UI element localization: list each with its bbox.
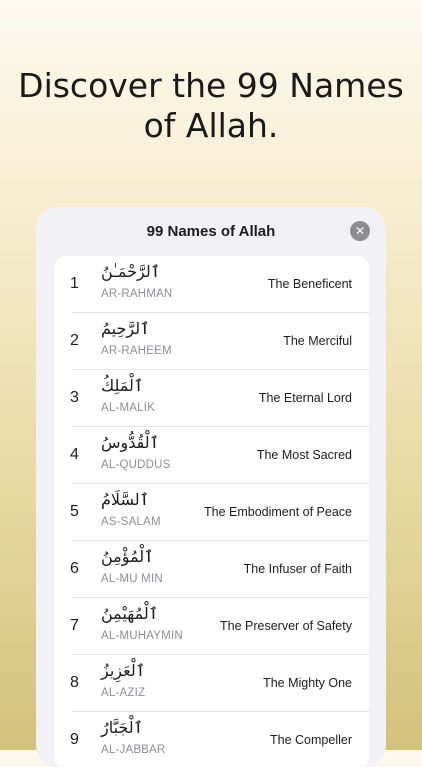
name-number: 1 — [70, 275, 79, 292]
name-number: 6 — [70, 560, 79, 577]
list-item[interactable]: 4 ٱلْقُدُّوسُ AL-QUDDUS The Most Sacred — [54, 427, 369, 484]
meaning: The Mighty One — [263, 676, 352, 690]
transliteration: AR-RAHMAN — [101, 288, 173, 300]
name-number: 3 — [70, 389, 79, 406]
name-number: 7 — [70, 617, 79, 634]
headline: Discover the 99 Names of Allah. — [18, 66, 404, 145]
meaning: The Most Sacred — [256, 448, 352, 462]
list-item[interactable]: 3 ٱلْمَلِكُ AL-MALIK The Eternal Lord — [54, 370, 369, 427]
arabic-name: ٱلرَّحِيمُ — [101, 319, 150, 338]
list-item[interactable]: 2 ٱلرَّحِيمُ AR-RAHEEM The Merciful — [54, 313, 369, 370]
list-item[interactable]: 6 ٱلْمُؤْمِنُ AL-MU MIN The Infuser of F… — [54, 541, 369, 598]
arabic-name: ٱلْقُدُّوسُ — [101, 433, 159, 452]
transliteration: AL-JABBAR — [101, 744, 166, 756]
meaning: The Compeller — [270, 733, 352, 747]
sheet-title: 99 Names of Allah — [146, 223, 276, 240]
name-number: 2 — [70, 332, 79, 349]
arabic-name: ٱلْعَزِيزُ — [101, 661, 146, 680]
sheet-header: 99 Names of Allah ✕ — [36, 207, 386, 255]
arabic-name: ٱلْمُؤْمِنُ — [101, 547, 154, 566]
meaning: The Embodiment of Peace — [204, 505, 352, 519]
meaning: The Infuser of Faith — [243, 562, 352, 576]
meaning: The Eternal Lord — [258, 391, 352, 405]
transliteration: AL-QUDDUS — [101, 459, 171, 471]
name-number: 8 — [70, 674, 79, 691]
list-item[interactable]: 9 ٱلْجَبَّارُ AL-JABBAR The Compeller — [54, 712, 369, 767]
list-item[interactable]: 5 ٱلسَّلَامُ AS-SALAM The Embodiment of … — [54, 484, 369, 541]
transliteration: AL-AZIZ — [101, 687, 146, 699]
name-number: 5 — [70, 503, 79, 520]
list-item[interactable]: 1 ٱلرَّحْمَـٰنُ AR-RAHMAN The Beneficent — [54, 256, 369, 313]
transliteration: AL-MUHAYMIN — [101, 630, 183, 642]
names-list: 1 ٱلرَّحْمَـٰنُ AR-RAHMAN The Beneficent… — [54, 256, 369, 767]
arabic-name: ٱلْجَبَّارُ — [101, 718, 144, 737]
transliteration: AR-RAHEEM — [101, 345, 172, 357]
close-icon[interactable]: ✕ — [350, 221, 370, 241]
name-number: 4 — [70, 446, 79, 463]
names-sheet: 99 Names of Allah ✕ 1 ٱلرَّحْمَـٰنُ AR-R… — [36, 207, 386, 767]
list-item[interactable]: 7 ٱلْمُهَيْمِنُ AL-MUHAYMIN The Preserve… — [54, 598, 369, 655]
name-number: 9 — [70, 731, 79, 748]
arabic-name: ٱلسَّلَامُ — [101, 490, 149, 509]
transliteration: AS-SALAM — [101, 516, 161, 528]
arabic-name: ٱلْمُهَيْمِنُ — [101, 604, 159, 623]
arabic-name: ٱلْمَلِكُ — [101, 376, 144, 395]
meaning: The Preserver of Safety — [219, 619, 352, 633]
meaning: The Merciful — [283, 334, 352, 348]
list-item[interactable]: 8 ٱلْعَزِيزُ AL-AZIZ The Mighty One — [54, 655, 369, 712]
meaning: The Beneficent — [267, 277, 352, 291]
transliteration: AL-MALIK — [101, 402, 156, 414]
arabic-name: ٱلرَّحْمَـٰنُ — [101, 262, 161, 281]
transliteration: AL-MU MIN — [101, 573, 163, 585]
